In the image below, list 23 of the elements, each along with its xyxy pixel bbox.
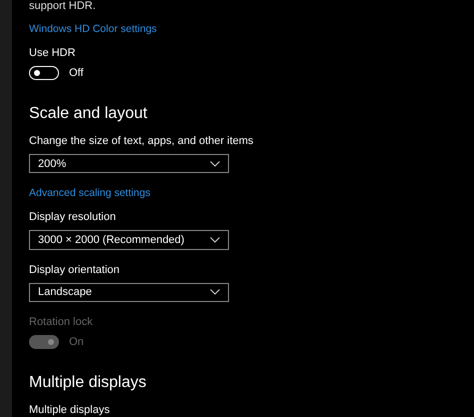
chevron-down-icon <box>210 160 220 167</box>
setting-label: Display orientation <box>29 264 120 277</box>
section-heading: Multiple displays <box>29 372 148 393</box>
dropdown-value: Landscape <box>38 286 92 298</box>
setting-label: Display resolution <box>29 211 117 224</box>
setting-label: Use HDR <box>29 47 76 60</box>
dropdown[interactable]: 3000 × 2000 (Recommended) <box>29 230 229 250</box>
description-text: support HDR. <box>29 0 97 12</box>
dropdown[interactable]: 200% <box>29 154 229 174</box>
chevron-down-icon <box>210 289 220 296</box>
toggle-state-label: Off <box>69 67 84 79</box>
settings-link[interactable]: Advanced scaling settings <box>29 187 150 200</box>
setting-label: Multiple displays <box>29 404 111 417</box>
setting-label: Change the size of text, apps, and other items <box>29 135 254 148</box>
chevron-down-icon <box>210 236 220 243</box>
dropdown-value: 3000 × 2000 (Recommended) <box>38 234 184 246</box>
dropdown-value: 200% <box>38 158 66 170</box>
toggle-switch[interactable] <box>29 66 59 80</box>
section-heading: Scale and layout <box>29 104 148 124</box>
toggle-state-label: On <box>69 336 84 348</box>
settings-link[interactable]: Windows HD Color settings <box>29 23 157 35</box>
dropdown[interactable]: Landscape <box>29 282 229 302</box>
setting-label: Rotation lock <box>29 316 94 329</box>
